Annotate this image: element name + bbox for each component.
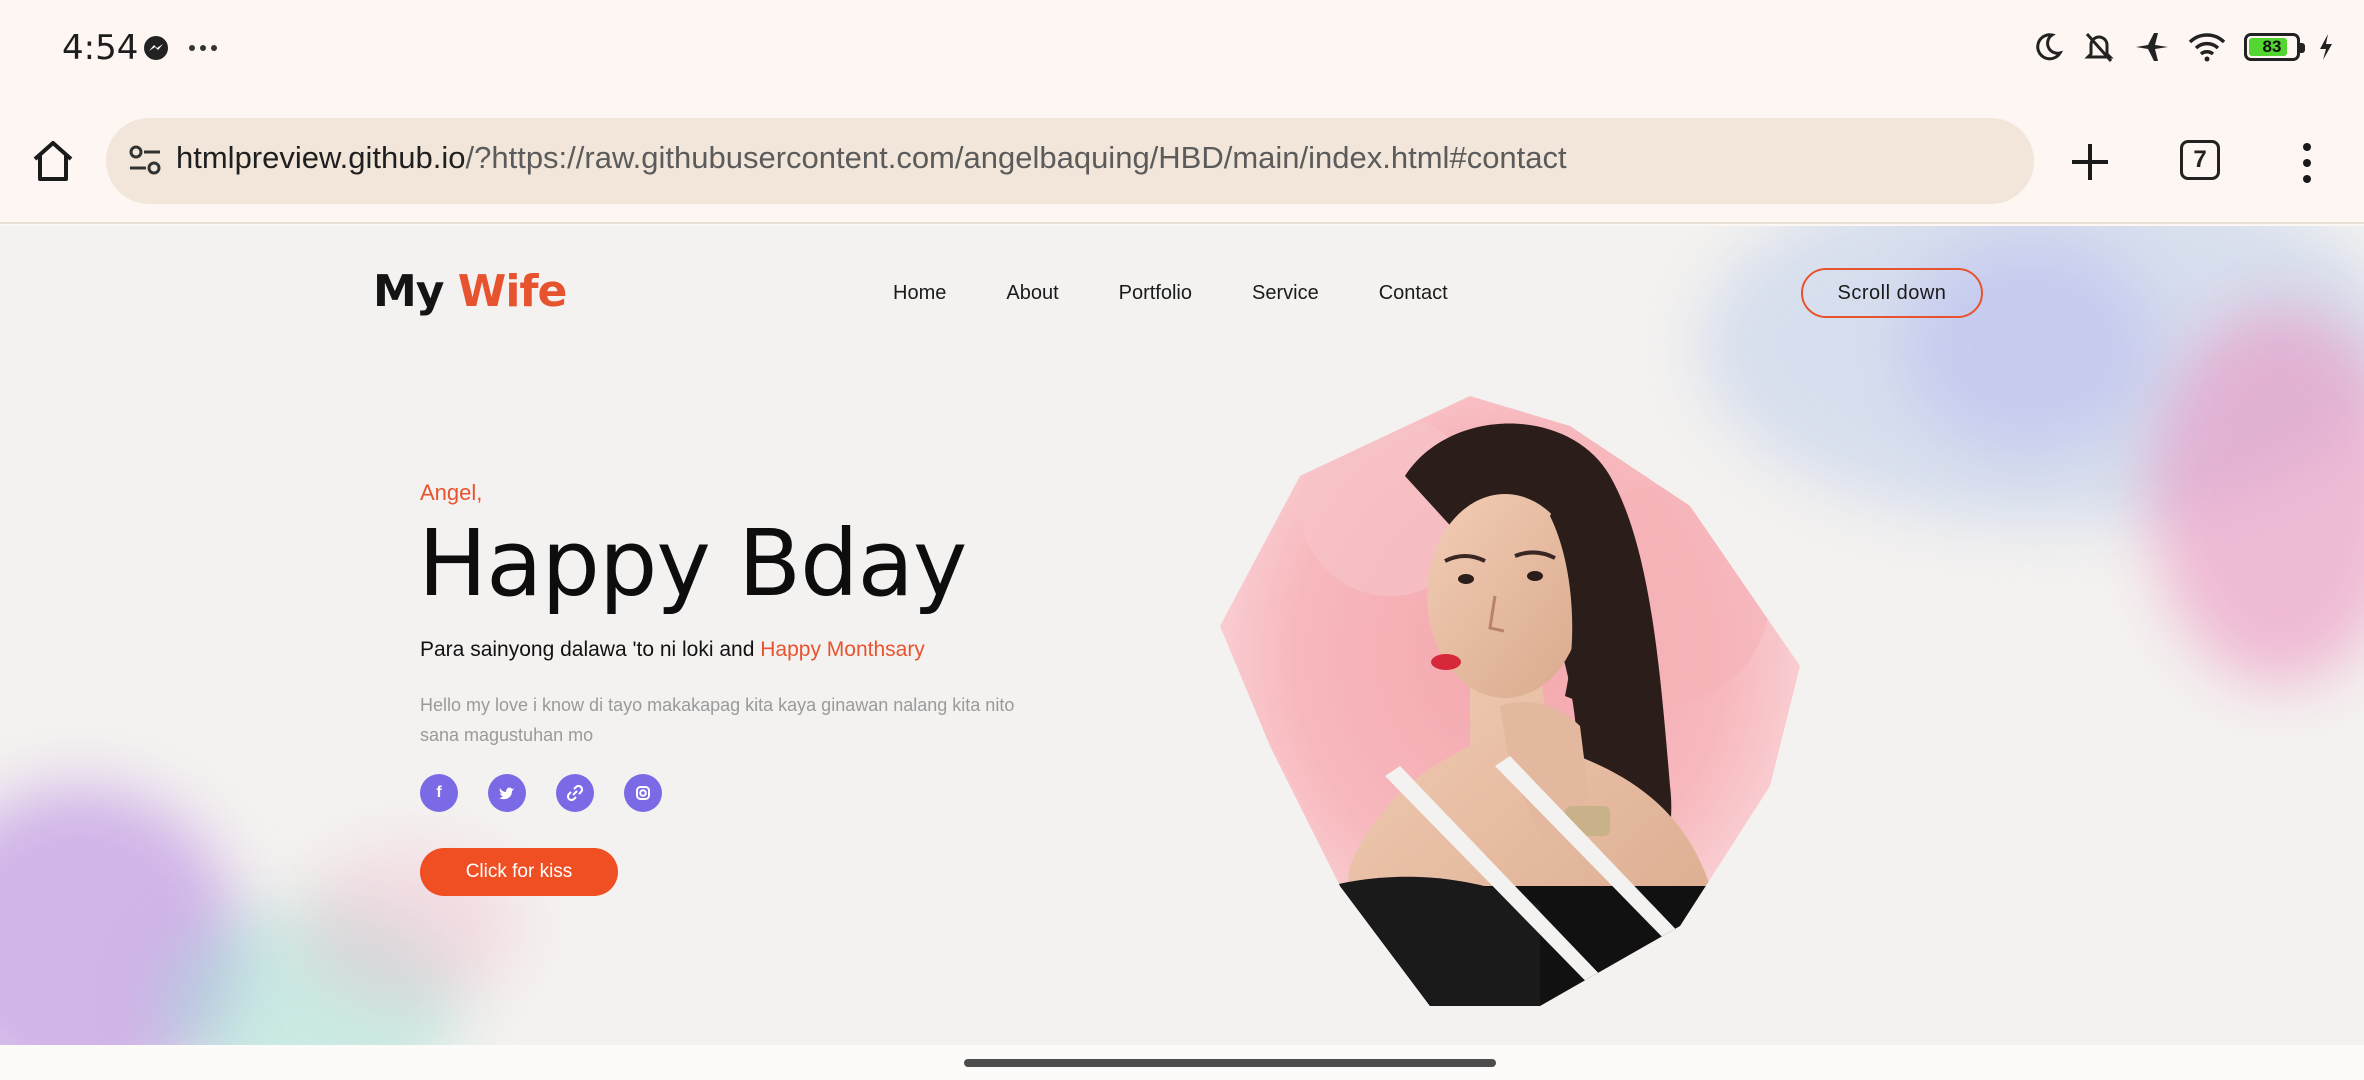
- greeting: Angel,: [420, 480, 483, 505]
- tab-switcher-button[interactable]: 7: [2180, 140, 2220, 180]
- moon-icon: [2036, 33, 2064, 61]
- site-nav: Home About Portfolio Service Contact: [893, 282, 1448, 305]
- site-logo[interactable]: My Wife: [373, 266, 567, 317]
- nav-service[interactable]: Service: [1252, 282, 1319, 305]
- site-settings-icon[interactable]: [124, 140, 166, 182]
- hero-message: Hello my love i know di tayo makakapag k…: [420, 695, 1015, 745]
- link-icon[interactable]: [556, 774, 594, 812]
- status-bar: 4:54 83: [0, 0, 2364, 100]
- facebook-icon[interactable]: f: [420, 774, 458, 812]
- bell-off-icon: [2084, 33, 2114, 62]
- nav-contact[interactable]: Contact: [1379, 282, 1448, 305]
- instagram-icon[interactable]: [624, 774, 662, 812]
- overflow-menu-icon[interactable]: [2292, 140, 2322, 186]
- url-host: htmlpreview.github.io: [176, 140, 466, 175]
- more-dots-icon: [189, 45, 217, 51]
- browser-toolbar: htmlpreview.github.io/?https://raw.githu…: [0, 100, 2364, 224]
- home-icon[interactable]: [30, 138, 76, 184]
- address-bar[interactable]: htmlpreview.github.io/?https://raw.githu…: [106, 118, 2034, 204]
- twitter-icon[interactable]: [488, 774, 526, 812]
- home-indicator[interactable]: [964, 1059, 1496, 1067]
- social-links: f: [420, 774, 662, 812]
- gesture-bar: [0, 1045, 2364, 1080]
- hero-subline: Para sainyong dalawa 'to ni loki and Hap…: [420, 638, 925, 661]
- nav-about[interactable]: About: [1006, 282, 1058, 305]
- battery-level: 83: [2262, 37, 2282, 56]
- portrait-image: [1220, 396, 1800, 1006]
- charging-icon: [2320, 34, 2332, 60]
- status-time: 4:54: [62, 28, 139, 68]
- click-for-kiss-button[interactable]: Click for kiss: [420, 848, 618, 896]
- plus-icon[interactable]: [2066, 138, 2114, 186]
- hero-headline: Happy Bday: [418, 510, 967, 617]
- wifi-icon: [2188, 33, 2226, 62]
- url-path: /?https://raw.githubusercontent.com/ange…: [465, 140, 1567, 175]
- web-page: My Wife Home About Portfolio Service Con…: [0, 226, 2364, 1045]
- battery-icon: 83: [2244, 33, 2305, 61]
- nav-portfolio[interactable]: Portfolio: [1119, 282, 1192, 305]
- url-text[interactable]: htmlpreview.github.io/?https://raw.githu…: [176, 140, 1567, 176]
- airplane-icon: [2136, 33, 2168, 61]
- messenger-icon: [144, 36, 168, 60]
- nav-home[interactable]: Home: [893, 282, 946, 305]
- scroll-down-button[interactable]: Scroll down: [1801, 268, 1983, 318]
